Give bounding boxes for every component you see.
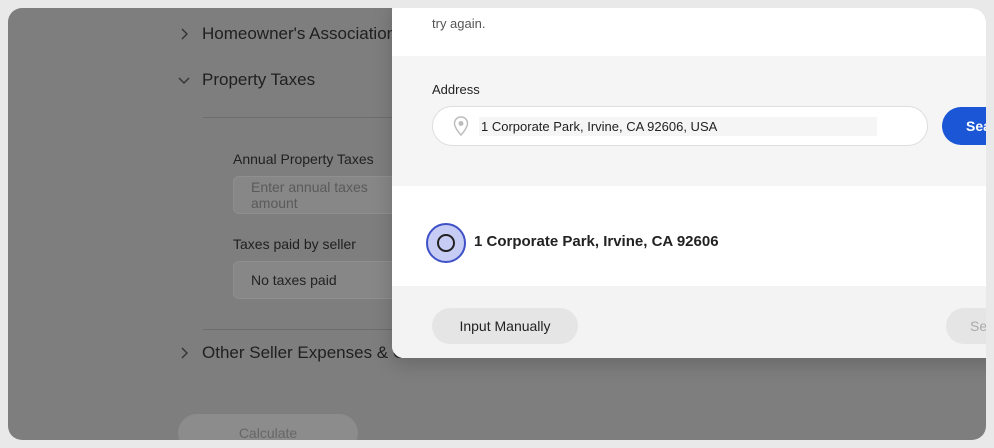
chevron-right-icon xyxy=(178,28,190,40)
address-result-row[interactable]: 1 Corporate Park, Irvine, CA 92606 xyxy=(392,196,986,286)
annual-taxes-label: Annual Property Taxes xyxy=(233,151,374,167)
taxes-paid-label: Taxes paid by seller xyxy=(233,236,356,252)
accordion-hoa[interactable]: Homeowner's Association xyxy=(178,24,396,44)
accordion-property-taxes[interactable]: Property Taxes xyxy=(178,70,315,90)
chevron-down-icon xyxy=(178,74,190,86)
address-section: Address 1 Corporate Park, Irvine, CA 926… xyxy=(392,56,986,186)
calculate-button[interactable]: Calculate xyxy=(178,414,358,440)
map-pin-icon xyxy=(453,116,469,136)
result-radio[interactable] xyxy=(426,223,466,263)
address-value: 1 Corporate Park, Irvine, CA 92606, USA xyxy=(479,116,878,136)
search-button[interactable]: Search xyxy=(942,107,986,145)
chevron-right-icon xyxy=(178,347,190,359)
address-modal: try again. Address 1 Corporate Park, Irv… xyxy=(392,8,986,358)
window-frame: Homeowner's Association Property Taxes A… xyxy=(8,8,986,440)
error-message: try again. xyxy=(432,16,486,31)
address-input[interactable]: 1 Corporate Park, Irvine, CA 92606, USA xyxy=(432,106,928,146)
select-button[interactable]: Select xyxy=(946,308,986,344)
divider xyxy=(203,117,403,118)
annual-taxes-input[interactable]: Enter annual taxes amount xyxy=(233,176,408,214)
modal-footer: Input Manually Select xyxy=(392,286,986,358)
accordion-label: Property Taxes xyxy=(202,70,316,89)
result-address: 1 Corporate Park, Irvine, CA 92606 xyxy=(474,233,719,250)
radio-circle-icon xyxy=(437,234,455,252)
input-manually-button[interactable]: Input Manually xyxy=(432,308,578,344)
divider xyxy=(203,329,403,330)
accordion-label: Homeowner's Association xyxy=(202,24,397,43)
taxes-paid-select[interactable]: No taxes paid xyxy=(233,261,408,299)
address-label: Address xyxy=(432,82,480,97)
